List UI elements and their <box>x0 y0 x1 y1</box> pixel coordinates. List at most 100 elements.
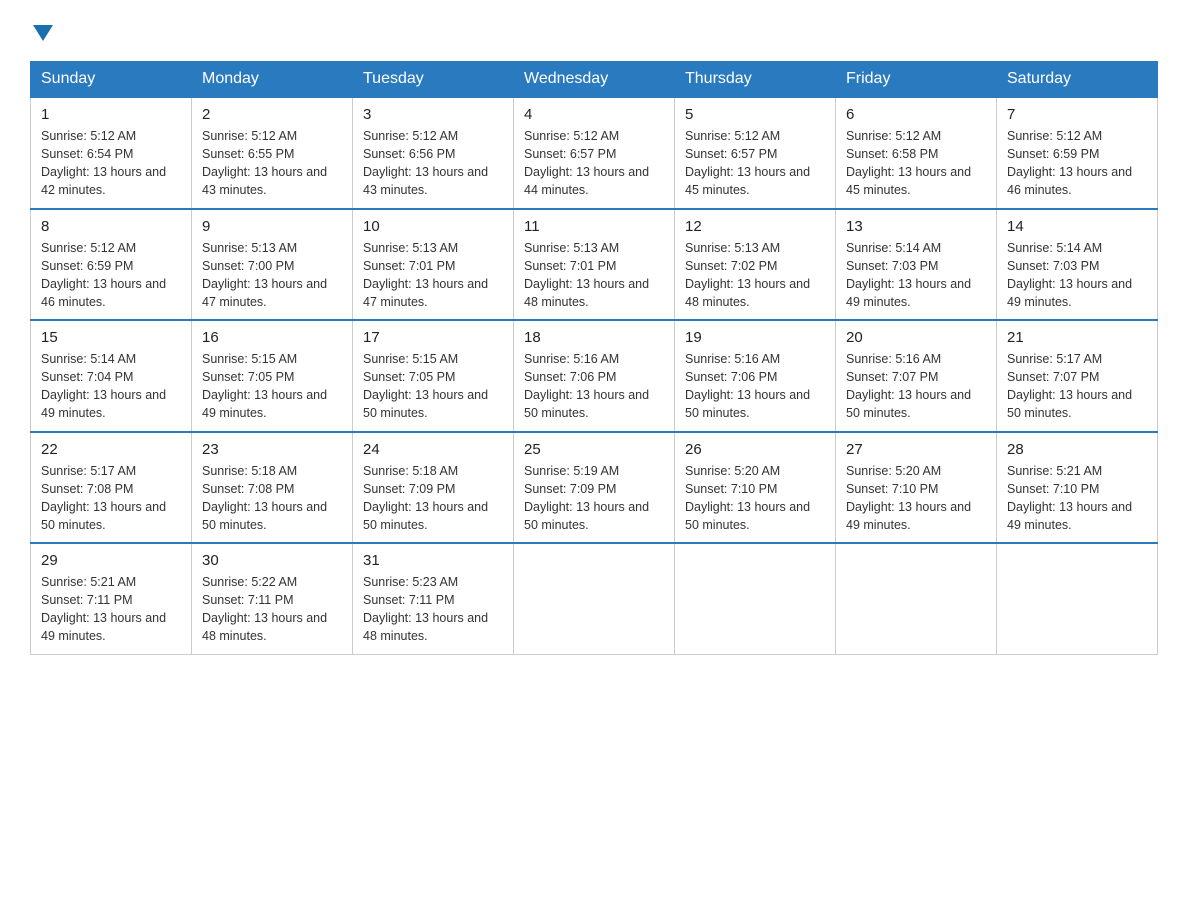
day-number: 21 <box>1007 329 1147 346</box>
day-info: Sunrise: 5:14 AMSunset: 7:04 PMDaylight:… <box>41 352 166 420</box>
day-info: Sunrise: 5:20 AMSunset: 7:10 PMDaylight:… <box>685 464 810 532</box>
day-info: Sunrise: 5:12 AMSunset: 6:55 PMDaylight:… <box>202 129 327 197</box>
day-of-week-header: Tuesday <box>353 62 514 98</box>
calendar-day-cell: 18 Sunrise: 5:16 AMSunset: 7:06 PMDaylig… <box>514 320 675 432</box>
day-of-week-header: Saturday <box>997 62 1158 98</box>
calendar-day-cell <box>997 543 1158 654</box>
day-info: Sunrise: 5:12 AMSunset: 6:59 PMDaylight:… <box>1007 129 1132 197</box>
calendar-day-cell: 14 Sunrise: 5:14 AMSunset: 7:03 PMDaylig… <box>997 209 1158 321</box>
page-header <box>30 20 1158 43</box>
calendar-day-cell: 3 Sunrise: 5:12 AMSunset: 6:56 PMDayligh… <box>353 97 514 209</box>
calendar-day-cell: 29 Sunrise: 5:21 AMSunset: 7:11 PMDaylig… <box>31 543 192 654</box>
day-info: Sunrise: 5:21 AMSunset: 7:11 PMDaylight:… <box>41 575 166 643</box>
day-number: 24 <box>363 441 503 458</box>
day-info: Sunrise: 5:22 AMSunset: 7:11 PMDaylight:… <box>202 575 327 643</box>
calendar-day-cell: 27 Sunrise: 5:20 AMSunset: 7:10 PMDaylig… <box>836 432 997 544</box>
day-number: 30 <box>202 552 342 569</box>
day-of-week-header: Wednesday <box>514 62 675 98</box>
days-of-week-row: SundayMondayTuesdayWednesdayThursdayFrid… <box>31 62 1158 98</box>
calendar-day-cell: 23 Sunrise: 5:18 AMSunset: 7:08 PMDaylig… <box>192 432 353 544</box>
calendar-day-cell: 2 Sunrise: 5:12 AMSunset: 6:55 PMDayligh… <box>192 97 353 209</box>
day-info: Sunrise: 5:17 AMSunset: 7:08 PMDaylight:… <box>41 464 166 532</box>
calendar-day-cell: 25 Sunrise: 5:19 AMSunset: 7:09 PMDaylig… <box>514 432 675 544</box>
calendar-week-row: 1 Sunrise: 5:12 AMSunset: 6:54 PMDayligh… <box>31 97 1158 209</box>
day-number: 15 <box>41 329 181 346</box>
calendar-day-cell: 16 Sunrise: 5:15 AMSunset: 7:05 PMDaylig… <box>192 320 353 432</box>
day-number: 25 <box>524 441 664 458</box>
calendar-day-cell: 4 Sunrise: 5:12 AMSunset: 6:57 PMDayligh… <box>514 97 675 209</box>
day-number: 1 <box>41 106 181 123</box>
calendar-table: SundayMondayTuesdayWednesdayThursdayFrid… <box>30 61 1158 655</box>
calendar-day-cell: 8 Sunrise: 5:12 AMSunset: 6:59 PMDayligh… <box>31 209 192 321</box>
day-of-week-header: Sunday <box>31 62 192 98</box>
day-info: Sunrise: 5:12 AMSunset: 6:54 PMDaylight:… <box>41 129 166 197</box>
calendar-day-cell <box>675 543 836 654</box>
calendar-day-cell: 9 Sunrise: 5:13 AMSunset: 7:00 PMDayligh… <box>192 209 353 321</box>
day-info: Sunrise: 5:14 AMSunset: 7:03 PMDaylight:… <box>846 241 971 309</box>
day-info: Sunrise: 5:12 AMSunset: 6:58 PMDaylight:… <box>846 129 971 197</box>
day-info: Sunrise: 5:19 AMSunset: 7:09 PMDaylight:… <box>524 464 649 532</box>
day-info: Sunrise: 5:21 AMSunset: 7:10 PMDaylight:… <box>1007 464 1132 532</box>
day-number: 19 <box>685 329 825 346</box>
day-number: 7 <box>1007 106 1147 123</box>
day-number: 2 <box>202 106 342 123</box>
logo-blue-text <box>30 25 53 43</box>
calendar-day-cell: 30 Sunrise: 5:22 AMSunset: 7:11 PMDaylig… <box>192 543 353 654</box>
calendar-day-cell: 20 Sunrise: 5:16 AMSunset: 7:07 PMDaylig… <box>836 320 997 432</box>
logo <box>30 20 53 43</box>
calendar-day-cell: 13 Sunrise: 5:14 AMSunset: 7:03 PMDaylig… <box>836 209 997 321</box>
day-number: 8 <box>41 218 181 235</box>
day-info: Sunrise: 5:20 AMSunset: 7:10 PMDaylight:… <box>846 464 971 532</box>
calendar-day-cell: 24 Sunrise: 5:18 AMSunset: 7:09 PMDaylig… <box>353 432 514 544</box>
day-number: 31 <box>363 552 503 569</box>
day-number: 11 <box>524 218 664 235</box>
calendar-day-cell <box>836 543 997 654</box>
day-number: 10 <box>363 218 503 235</box>
calendar-week-row: 15 Sunrise: 5:14 AMSunset: 7:04 PMDaylig… <box>31 320 1158 432</box>
calendar-week-row: 8 Sunrise: 5:12 AMSunset: 6:59 PMDayligh… <box>31 209 1158 321</box>
day-info: Sunrise: 5:13 AMSunset: 7:00 PMDaylight:… <box>202 241 327 309</box>
day-number: 6 <box>846 106 986 123</box>
day-number: 18 <box>524 329 664 346</box>
day-number: 4 <box>524 106 664 123</box>
day-number: 28 <box>1007 441 1147 458</box>
calendar-body: 1 Sunrise: 5:12 AMSunset: 6:54 PMDayligh… <box>31 97 1158 654</box>
calendar-day-cell: 26 Sunrise: 5:20 AMSunset: 7:10 PMDaylig… <box>675 432 836 544</box>
day-number: 13 <box>846 218 986 235</box>
day-info: Sunrise: 5:16 AMSunset: 7:06 PMDaylight:… <box>685 352 810 420</box>
calendar-week-row: 22 Sunrise: 5:17 AMSunset: 7:08 PMDaylig… <box>31 432 1158 544</box>
day-info: Sunrise: 5:16 AMSunset: 7:07 PMDaylight:… <box>846 352 971 420</box>
day-info: Sunrise: 5:12 AMSunset: 6:57 PMDaylight:… <box>524 129 649 197</box>
calendar-day-cell: 10 Sunrise: 5:13 AMSunset: 7:01 PMDaylig… <box>353 209 514 321</box>
day-info: Sunrise: 5:18 AMSunset: 7:09 PMDaylight:… <box>363 464 488 532</box>
day-of-week-header: Thursday <box>675 62 836 98</box>
day-info: Sunrise: 5:15 AMSunset: 7:05 PMDaylight:… <box>363 352 488 420</box>
day-of-week-header: Friday <box>836 62 997 98</box>
calendar-day-cell: 7 Sunrise: 5:12 AMSunset: 6:59 PMDayligh… <box>997 97 1158 209</box>
day-number: 3 <box>363 106 503 123</box>
calendar-day-cell: 12 Sunrise: 5:13 AMSunset: 7:02 PMDaylig… <box>675 209 836 321</box>
day-info: Sunrise: 5:15 AMSunset: 7:05 PMDaylight:… <box>202 352 327 420</box>
day-info: Sunrise: 5:16 AMSunset: 7:06 PMDaylight:… <box>524 352 649 420</box>
calendar-day-cell: 6 Sunrise: 5:12 AMSunset: 6:58 PMDayligh… <box>836 97 997 209</box>
day-info: Sunrise: 5:23 AMSunset: 7:11 PMDaylight:… <box>363 575 488 643</box>
day-number: 26 <box>685 441 825 458</box>
day-info: Sunrise: 5:12 AMSunset: 6:57 PMDaylight:… <box>685 129 810 197</box>
day-of-week-header: Monday <box>192 62 353 98</box>
day-number: 23 <box>202 441 342 458</box>
calendar-day-cell: 11 Sunrise: 5:13 AMSunset: 7:01 PMDaylig… <box>514 209 675 321</box>
calendar-day-cell: 17 Sunrise: 5:15 AMSunset: 7:05 PMDaylig… <box>353 320 514 432</box>
day-number: 12 <box>685 218 825 235</box>
day-number: 27 <box>846 441 986 458</box>
day-info: Sunrise: 5:13 AMSunset: 7:01 PMDaylight:… <box>363 241 488 309</box>
day-number: 9 <box>202 218 342 235</box>
day-number: 14 <box>1007 218 1147 235</box>
logo-triangle-icon <box>33 25 53 41</box>
day-number: 16 <box>202 329 342 346</box>
calendar-week-row: 29 Sunrise: 5:21 AMSunset: 7:11 PMDaylig… <box>31 543 1158 654</box>
day-info: Sunrise: 5:12 AMSunset: 6:59 PMDaylight:… <box>41 241 166 309</box>
day-info: Sunrise: 5:14 AMSunset: 7:03 PMDaylight:… <box>1007 241 1132 309</box>
calendar-day-cell: 28 Sunrise: 5:21 AMSunset: 7:10 PMDaylig… <box>997 432 1158 544</box>
calendar-day-cell: 22 Sunrise: 5:17 AMSunset: 7:08 PMDaylig… <box>31 432 192 544</box>
calendar-day-cell: 21 Sunrise: 5:17 AMSunset: 7:07 PMDaylig… <box>997 320 1158 432</box>
